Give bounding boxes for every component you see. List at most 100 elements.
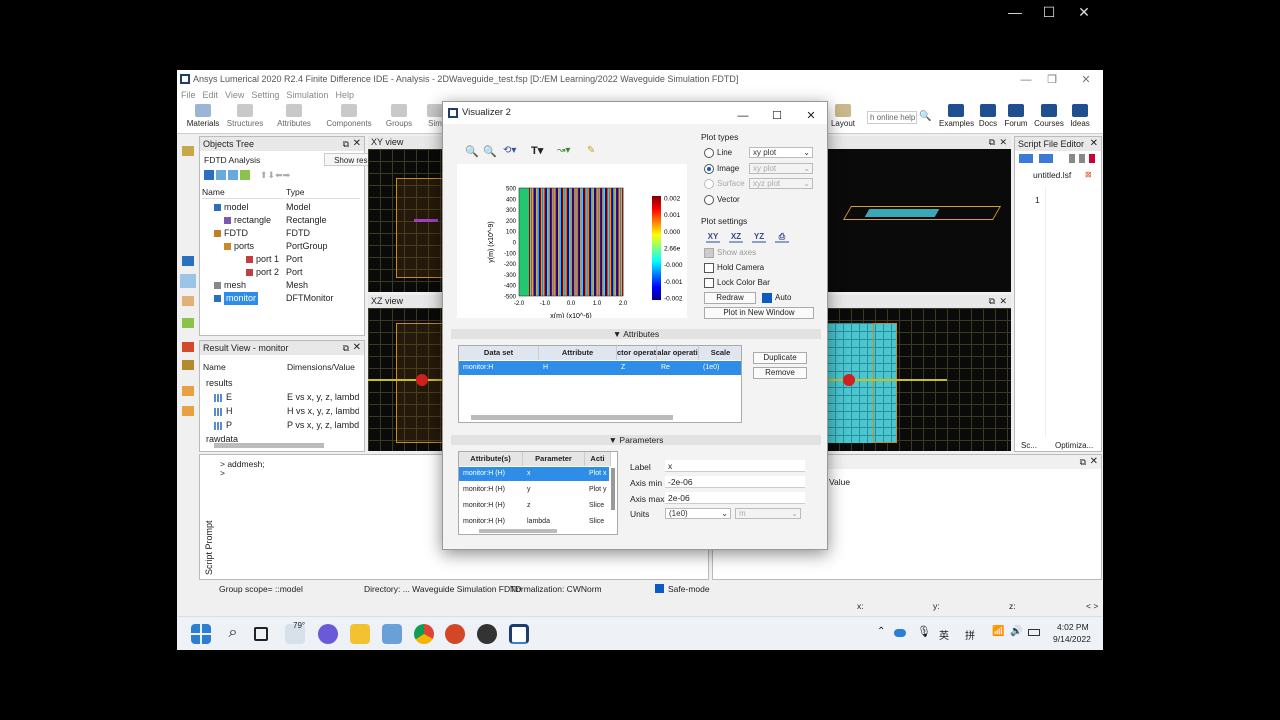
tree-col-name[interactable]: Name	[202, 185, 284, 199]
view-yz-button[interactable]: YZ	[752, 231, 766, 243]
perspective-view[interactable]: ⧉ ✕	[827, 136, 1011, 292]
param-cell[interactable]: Slice	[587, 499, 613, 513]
attr-col-header[interactable]: ctor operati	[617, 346, 657, 360]
editor-tab-sc[interactable]: Sc...	[1021, 441, 1037, 450]
chrome-icon[interactable]	[414, 624, 434, 644]
photos-icon[interactable]	[382, 624, 402, 644]
menu-view[interactable]: View	[221, 88, 247, 100]
plot-type-radio[interactable]	[704, 148, 714, 158]
attr-col-header[interactable]: Data set	[459, 346, 539, 360]
mesh-tool-icon[interactable]	[182, 360, 194, 370]
link-ideas[interactable]: Ideas	[1068, 104, 1092, 132]
value-column-header[interactable]: Value	[829, 477, 850, 487]
ime-lang-1[interactable]: 英	[939, 627, 949, 642]
layout-tool-icon[interactable]	[182, 406, 194, 416]
parameters-scrollbar[interactable]	[479, 529, 557, 533]
ribbon-layout[interactable]: Layout	[828, 104, 858, 132]
tree-item-name[interactable]: FDTD	[224, 227, 248, 240]
axis-max-input[interactable]: 2e-06	[665, 492, 805, 504]
clock-date[interactable]: 9/14/2022	[1053, 634, 1091, 644]
link-docs[interactable]: Docs	[977, 104, 999, 132]
plot-new-window-button[interactable]: Plot in New Window	[704, 307, 814, 319]
clock-time[interactable]: 4:02 PM	[1057, 622, 1089, 632]
menu-setting[interactable]: Setting	[247, 88, 282, 100]
editor-file-tab[interactable]: untitled.lsf	[1033, 170, 1071, 180]
pencil-icon[interactable]: ✎	[587, 145, 595, 156]
menu-edit[interactable]: Edit	[199, 88, 222, 100]
volume-icon[interactable]: 🔊	[1010, 626, 1022, 637]
result-item-name[interactable]: P	[226, 419, 232, 432]
task-view-icon[interactable]	[254, 627, 268, 641]
teams-icon[interactable]	[318, 624, 338, 644]
lock-color-bar-checkbox[interactable]	[704, 278, 714, 288]
outer-minimize-button[interactable]: —	[1000, 4, 1030, 20]
menu-simulation[interactable]: Simulation	[282, 88, 331, 100]
zoom-icon[interactable]: 🔍	[465, 145, 479, 158]
ribbon-components[interactable]: Components	[324, 104, 374, 132]
result-item-name[interactable]: E	[226, 391, 232, 404]
filter-icon-2[interactable]	[216, 170, 226, 180]
attributes-table[interactable]: Data set Attribute ctor operati alar operat…	[458, 345, 742, 423]
result-item-name[interactable]: H	[226, 405, 233, 418]
zoom-tool-icon[interactable]	[180, 274, 196, 288]
search-icon[interactable]: 🔍	[919, 111, 931, 122]
hold-camera-checkbox[interactable]	[704, 263, 714, 273]
close-icon[interactable]: ✕	[353, 341, 361, 355]
float-icon[interactable]: ⧉	[343, 137, 349, 151]
onedrive-icon[interactable]	[894, 629, 906, 637]
link-courses[interactable]: Courses	[1033, 104, 1065, 132]
tray-chevron-icon[interactable]: ⌃	[877, 626, 885, 637]
close-tab-icon[interactable]: ⊠	[1085, 170, 1092, 179]
filter-icon-4[interactable]	[240, 170, 250, 180]
label-input[interactable]: x	[665, 460, 805, 472]
editor-toolbar-icons[interactable]	[1019, 154, 1095, 163]
app-minimize-button[interactable]: —	[1013, 71, 1039, 89]
windows-start-icon[interactable]	[191, 624, 211, 644]
visualizer-maximize-button[interactable]: ☐	[765, 105, 789, 127]
close-icon[interactable]: ✕	[353, 137, 361, 151]
plot-area[interactable]: 500 400 300 200 100 0 -100 -200 -300 -400 -500 -2.0…	[457, 164, 687, 318]
rotate-icon[interactable]: ⟲▾	[503, 145, 516, 156]
pan-tool-icon[interactable]	[182, 296, 194, 306]
tree-item-name[interactable]: ports	[234, 240, 254, 253]
float-icon[interactable]: ⧉	[343, 341, 349, 355]
param-cell[interactable]: Plot x	[587, 467, 613, 481]
tree-item-name[interactable]: monitor	[224, 292, 259, 305]
units-unit-select[interactable]: m ⌄	[735, 508, 801, 519]
ribbon-attributes[interactable]: Attributes	[273, 104, 315, 132]
close-icon[interactable]: ✕	[999, 295, 1007, 308]
yz-view[interactable]: ⧉ ✕	[827, 295, 1011, 451]
editor-tab-optimiza[interactable]: Optimiza...	[1055, 441, 1093, 450]
close-icon[interactable]: ✕	[1090, 137, 1098, 151]
script-prompt-line-2[interactable]: >	[220, 468, 225, 478]
remove-button[interactable]: Remove	[753, 367, 807, 379]
param-col-header[interactable]: Parameter	[523, 452, 585, 466]
tree-item-name[interactable]: rectangle	[234, 214, 271, 227]
app-maximize-button[interactable]: ❐	[1039, 71, 1065, 89]
zoom-region-icon[interactable]: 🔍	[483, 145, 497, 158]
lumerical-taskbar-icon[interactable]	[509, 624, 529, 644]
powerpoint-icon[interactable]	[445, 624, 465, 644]
close-icon[interactable]: ✕	[1090, 455, 1098, 469]
moon-app-icon[interactable]	[477, 624, 497, 644]
param-cell[interactable]: Plot y	[587, 483, 613, 497]
editor-text-area[interactable]	[1045, 187, 1095, 437]
measure-tool-icon[interactable]	[182, 342, 194, 352]
plot-type-radio[interactable]	[704, 194, 714, 205]
tree-item-name[interactable]: model	[224, 201, 249, 214]
select-tool-icon[interactable]	[182, 256, 194, 266]
outer-close-button[interactable]: ✕	[1069, 4, 1099, 21]
parameters-table[interactable]: Attribute(s) Parameter Acti monitor:H (H) x P…	[458, 451, 618, 535]
tree-item-name[interactable]: port 1	[256, 253, 279, 266]
duplicate-button[interactable]: Duplicate	[753, 352, 807, 364]
view-xz-button[interactable]: XZ	[729, 231, 743, 243]
result-col-dims[interactable]: Dimensions/Value	[287, 360, 359, 374]
data-cursor-icon[interactable]: ↝▾	[557, 145, 570, 156]
plot-option-select[interactable]: xy plot ⌄	[749, 147, 813, 158]
wifi-icon[interactable]: 📶	[992, 626, 1004, 637]
parameters-section-header[interactable]: ▼ Parameters	[451, 435, 821, 445]
attributes-scrollbar[interactable]	[471, 415, 673, 420]
axis-min-input[interactable]: -2e-06	[665, 476, 805, 488]
param-col-header[interactable]: Acti	[585, 452, 611, 466]
tree-item-name[interactable]: mesh	[224, 279, 246, 292]
